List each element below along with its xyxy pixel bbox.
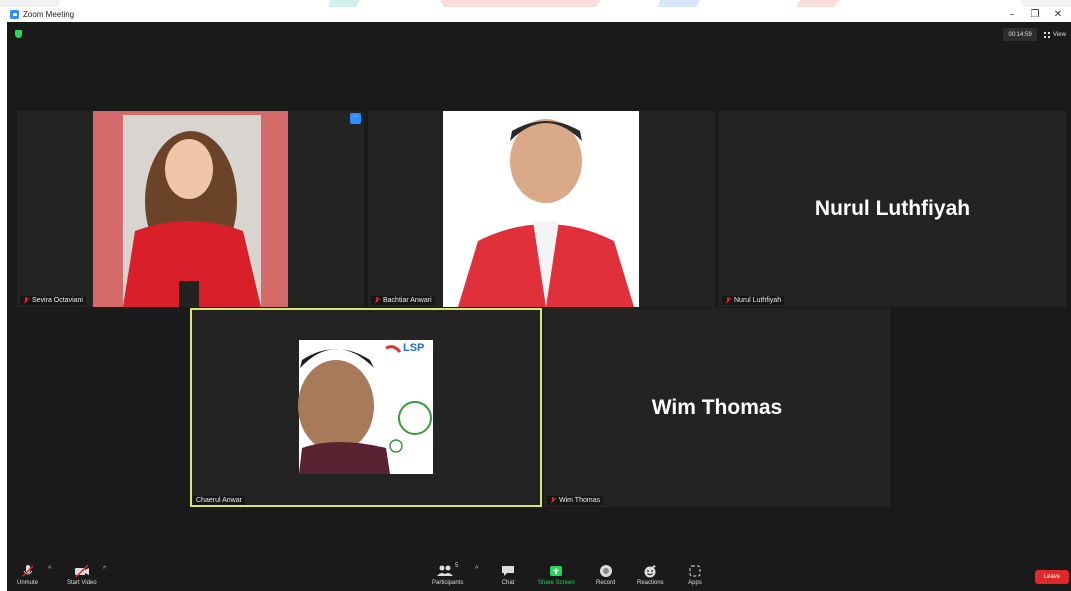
- chat-icon: [501, 563, 515, 578]
- zoom-app-icon: [10, 10, 19, 19]
- participants-options-caret[interactable]: ^: [475, 566, 478, 573]
- record-label: Record: [596, 580, 616, 586]
- unmute-label: Unmute: [17, 580, 39, 586]
- participant-name: Nurul Luthfiyah: [722, 296, 785, 305]
- participants-count: 5: [455, 563, 459, 569]
- minimize-button[interactable]: –: [1002, 7, 1022, 22]
- participant-photo: [298, 340, 433, 474]
- share-screen-button[interactable]: Share Screen: [538, 563, 575, 586]
- mic-muted-icon: [374, 297, 380, 304]
- participant-name-text: Chaerul Anwar: [196, 497, 242, 504]
- grid-view-icon: [1044, 31, 1050, 38]
- apps-label: Apps: [688, 580, 702, 586]
- record-icon: [599, 563, 613, 578]
- video-off-icon: [74, 563, 90, 578]
- start-video-label: Start Video: [67, 580, 97, 586]
- unmute-button[interactable]: Unmute: [17, 563, 38, 586]
- share-screen-icon: [549, 563, 563, 578]
- participant-center-name: Nurul Luthfiyah: [814, 197, 971, 220]
- reactions-icon: [643, 563, 657, 578]
- lsp-logo-text: LSP: [403, 342, 425, 354]
- apps-icon: [688, 563, 702, 578]
- participants-label: Participants: [432, 580, 464, 586]
- record-button[interactable]: Record: [596, 563, 615, 586]
- participants-button[interactable]: 5 Participants: [432, 563, 463, 586]
- participant-center-name: Wim Thomas: [651, 395, 783, 419]
- video-tile-bachtiar[interactable]: Bachtiar Anwari: [368, 111, 715, 307]
- view-label: View: [1053, 31, 1066, 38]
- chat-label: Chat: [501, 580, 515, 586]
- meeting-timer: 00:14:59: [1003, 28, 1037, 41]
- start-video-button[interactable]: Start Video: [67, 563, 97, 586]
- meeting-toolbar: Unmute ^ Start Video ^ 5 Participants ^: [7, 560, 1071, 591]
- participant-photo: [443, 111, 639, 307]
- participant-name-text: Wim Thomas: [559, 497, 601, 504]
- participant-name: Sevira Octaviani: [20, 296, 86, 305]
- zoom-screen: Zoom Meeting – ❐ ✕ 00:14:59 View ··· Sev: [0, 0, 1071, 591]
- video-tile-nurul[interactable]: Nurul Luthfiyah Nurul Luthfiyah: [719, 111, 1066, 307]
- view-button[interactable]: View: [1044, 28, 1066, 41]
- participant-name-text: Nurul Luthfiyah: [734, 297, 782, 304]
- video-tile-chaerul[interactable]: LSP Chaerul Anwar: [190, 308, 542, 507]
- mic-muted-icon: [23, 297, 29, 304]
- mic-muted-icon: [725, 297, 731, 304]
- leave-button[interactable]: Leave: [1035, 570, 1069, 584]
- share-screen-label: Share Screen: [538, 580, 575, 586]
- close-button[interactable]: ✕: [1048, 7, 1068, 22]
- video-options-caret[interactable]: ^: [103, 566, 106, 573]
- participant-name: Chaerul Anwar: [193, 496, 245, 505]
- shield-icon[interactable]: [15, 30, 22, 38]
- participants-icon: 5: [437, 563, 458, 578]
- restore-button[interactable]: ❐: [1025, 7, 1045, 22]
- participant-name: Wim Thomas: [547, 496, 604, 505]
- mic-muted-icon: [21, 563, 35, 578]
- more-options-icon[interactable]: ···: [350, 113, 361, 124]
- video-tile-wim[interactable]: Wim Thomas Wim Thomas: [544, 308, 890, 507]
- audio-options-caret[interactable]: ^: [48, 566, 51, 573]
- meeting-area: 00:14:59 View ··· Sevira Octaviani Bacht…: [7, 22, 1071, 591]
- chat-button[interactable]: Chat: [501, 563, 515, 586]
- apps-button[interactable]: Apps: [688, 563, 702, 586]
- participant-name: Bachtiar Anwari: [371, 296, 435, 305]
- participant-name-text: Bachtiar Anwari: [383, 297, 432, 304]
- reactions-button[interactable]: Reactions: [637, 563, 664, 586]
- reactions-label: Reactions: [637, 580, 664, 586]
- window-title-bar[interactable]: Zoom Meeting – ❐ ✕: [0, 7, 1071, 22]
- video-tile-sevira[interactable]: ··· Sevira Octaviani: [17, 111, 364, 307]
- mic-muted-icon: [550, 497, 556, 504]
- window-title: Zoom Meeting: [23, 10, 75, 19]
- participant-name-text: Sevira Octaviani: [32, 297, 83, 304]
- participant-photo: [93, 111, 288, 307]
